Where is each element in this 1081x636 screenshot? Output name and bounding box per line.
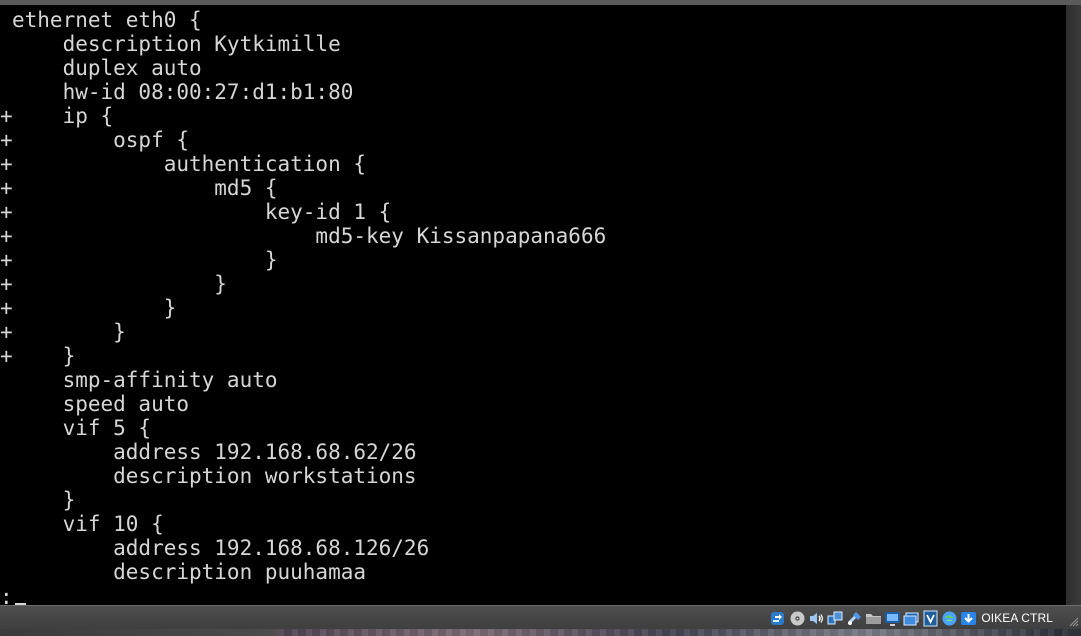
- terminal-line-text: address 192.168.68.126/26: [12, 536, 430, 560]
- diff-marker: +: [0, 272, 13, 296]
- virtualbox-status-bar: OIKEA CTRL: [0, 605, 1081, 629]
- vm-right-border: [1066, 5, 1081, 605]
- keyboard-capture-icon[interactable]: [960, 610, 977, 627]
- terminal-line: hw-id 08:00:27:d1:b1:80: [0, 80, 1066, 104]
- terminal-line: smp-affinity auto: [0, 368, 1066, 392]
- terminal-line: + }: [0, 272, 1066, 296]
- video-capture-icon[interactable]: [903, 610, 920, 627]
- terminal-line-text: ospf {: [12, 128, 190, 152]
- terminal-line-text: address 192.168.68.62/26: [12, 440, 417, 464]
- terminal-line-text: }: [12, 272, 227, 296]
- virtualization-icon[interactable]: [922, 610, 939, 627]
- diff-marker: +: [0, 296, 13, 320]
- terminal-line-text: smp-affinity auto: [12, 368, 278, 392]
- diff-marker: +: [0, 200, 13, 224]
- terminal-line: + }: [0, 344, 1066, 368]
- terminal-line-text: }: [12, 320, 126, 344]
- terminal-line-text: description workstations: [12, 464, 417, 488]
- terminal-line-text: duplex auto: [12, 56, 202, 80]
- usb-icon[interactable]: [770, 610, 787, 627]
- pager-prompt: :: [0, 585, 13, 605]
- mouse-integration-icon[interactable]: [941, 610, 958, 627]
- terminal-line: + key-id 1 {: [0, 200, 1066, 224]
- diff-marker: +: [0, 248, 13, 272]
- host-desktop-background: [0, 629, 1081, 636]
- terminal-line: }: [0, 488, 1066, 512]
- terminal-line: + authentication {: [0, 152, 1066, 176]
- diff-marker: +: [0, 344, 13, 368]
- terminal-output: ethernet eth0 { description Kytkimille d…: [0, 8, 1066, 584]
- diff-marker: +: [0, 224, 13, 248]
- terminal-line-text: description Kytkimille: [12, 32, 341, 56]
- diff-marker: +: [0, 176, 13, 200]
- vm-console[interactable]: ethernet eth0 { description Kytkimille d…: [0, 5, 1066, 605]
- virtualbox-window: ethernet eth0 { description Kytkimille d…: [0, 0, 1081, 636]
- terminal-line: address 192.168.68.62/26: [0, 440, 1066, 464]
- terminal-line-text: }: [12, 344, 76, 368]
- optical-drive-icon[interactable]: [789, 610, 806, 627]
- network-icon[interactable]: [827, 610, 844, 627]
- terminal-line: + ip {: [0, 104, 1066, 128]
- terminal-line-text: vif 5 {: [12, 416, 152, 440]
- terminal-line: + }: [0, 296, 1066, 320]
- terminal-line: speed auto: [0, 392, 1066, 416]
- terminal-line-text: hw-id 08:00:27:d1:b1:80: [12, 80, 354, 104]
- shared-folder-icon[interactable]: [865, 610, 882, 627]
- terminal-line-text: ip {: [12, 104, 114, 128]
- terminal-line: ethernet eth0 {: [0, 8, 1066, 32]
- usb-device-icon[interactable]: [846, 610, 863, 627]
- terminal-line-text: key-id 1 {: [12, 200, 392, 224]
- terminal-line-text: }: [12, 296, 177, 320]
- resize-grip-icon[interactable]: [1067, 615, 1079, 627]
- terminal-line-text: ethernet eth0 {: [12, 8, 202, 32]
- terminal-line: description puuhamaa: [0, 560, 1066, 584]
- terminal-line: + md5 {: [0, 176, 1066, 200]
- terminal-line-text: }: [12, 488, 76, 512]
- terminal-line: address 192.168.68.126/26: [0, 536, 1066, 560]
- diff-marker: +: [0, 152, 13, 176]
- terminal-line-text: md5 {: [12, 176, 278, 200]
- terminal-line: + }: [0, 320, 1066, 344]
- terminal-line-text: vif 10 {: [12, 512, 164, 536]
- terminal-line: description workstations: [0, 464, 1066, 488]
- terminal-line-text: description puuhamaa: [12, 560, 367, 584]
- display-icon[interactable]: [884, 610, 901, 627]
- audio-icon[interactable]: [808, 610, 825, 627]
- terminal-line: description Kytkimille: [0, 32, 1066, 56]
- host-key-label[interactable]: OIKEA CTRL: [981, 610, 1053, 626]
- terminal-line: duplex auto: [0, 56, 1066, 80]
- pager-prompt-line[interactable]: :: [0, 585, 26, 605]
- terminal-line: + md5-key Kissanpapana666: [0, 224, 1066, 248]
- device-status-icons: OIKEA CTRL: [770, 608, 1053, 628]
- terminal-line: vif 5 {: [0, 416, 1066, 440]
- diff-marker: +: [0, 128, 13, 152]
- terminal-line-text: authentication {: [12, 152, 367, 176]
- terminal-line-text: speed auto: [12, 392, 190, 416]
- diff-marker: +: [0, 104, 13, 128]
- terminal-line: + ospf {: [0, 128, 1066, 152]
- terminal-line: + }: [0, 248, 1066, 272]
- diff-marker: +: [0, 320, 13, 344]
- terminal-line-text: }: [12, 248, 278, 272]
- terminal-line: vif 10 {: [0, 512, 1066, 536]
- terminal-line-text: md5-key Kissanpapana666: [12, 224, 607, 248]
